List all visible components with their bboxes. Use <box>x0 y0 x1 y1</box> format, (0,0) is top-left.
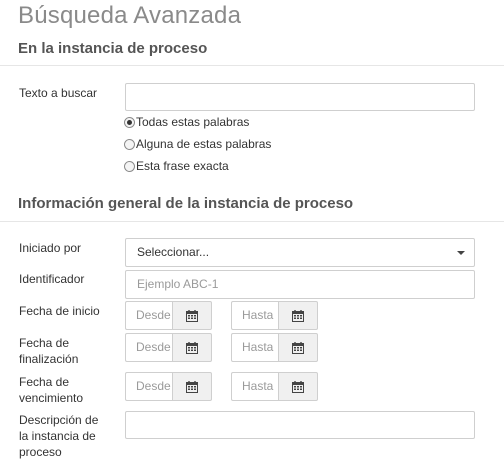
due-date-label-line1: Fecha de <box>19 375 70 389</box>
due-date-to-input[interactable]: Hasta <box>231 372 278 401</box>
started-by-select[interactable]: Seleccionar... <box>125 238 475 267</box>
section-title-general-info: Información general de la instancia de p… <box>18 195 354 212</box>
radio-any-words[interactable]: Alguna de estas palabras <box>124 136 271 152</box>
search-text-input[interactable] <box>125 83 475 111</box>
description-label-line2: la instancia de <box>19 429 96 443</box>
divider <box>0 221 504 222</box>
identifier-label: Identificador <box>19 272 85 286</box>
divider <box>0 65 504 66</box>
radio-selected-icon[interactable] <box>124 116 135 128</box>
description-input[interactable] <box>125 411 475 439</box>
end-date-label-line1: Fecha de <box>19 336 70 350</box>
started-by-value: Seleccionar... <box>137 245 210 259</box>
end-date-to-input[interactable]: Hasta <box>231 333 278 362</box>
end-date-label: Fecha de finalización <box>19 335 78 367</box>
radio-all-words[interactable]: Todas estas palabras <box>124 114 249 130</box>
due-date-to[interactable]: Hasta <box>231 372 318 401</box>
calendar-icon[interactable] <box>172 372 212 401</box>
calendar-icon[interactable] <box>172 333 212 362</box>
calendar-icon[interactable] <box>172 301 212 330</box>
calendar-icon[interactable] <box>278 301 318 330</box>
end-date-label-line2: finalización <box>19 352 79 366</box>
due-date-from[interactable]: Desde <box>125 372 212 401</box>
description-label: Descripción de la instancia de proceso <box>19 412 98 460</box>
radio-exact-phrase[interactable]: Esta frase exacta <box>124 158 229 174</box>
radio-icon[interactable] <box>124 138 135 150</box>
end-date-from[interactable]: Desde <box>125 333 212 362</box>
start-date-from[interactable]: Desde <box>125 301 212 330</box>
start-date-from-input[interactable]: Desde <box>125 301 172 330</box>
search-text-label: Texto a buscar <box>19 86 98 100</box>
start-date-to-input[interactable]: Hasta <box>231 301 278 330</box>
end-date-from-input[interactable]: Desde <box>125 333 172 362</box>
identifier-input[interactable]: Ejemplo ABC-1 <box>125 270 475 299</box>
start-date-label: Fecha de inicio <box>19 304 100 318</box>
page-title: Búsqueda Avanzada <box>18 2 242 29</box>
due-date-label: Fecha de vencimiento <box>19 374 83 406</box>
description-label-line1: Descripción de <box>19 413 99 427</box>
due-date-label-line2: vencimiento <box>19 391 84 405</box>
due-date-from-input[interactable]: Desde <box>125 372 172 401</box>
chevron-down-icon <box>457 251 465 255</box>
calendar-icon[interactable] <box>278 333 318 362</box>
description-label-line3: proceso <box>19 445 62 459</box>
radio-all-words-label: Todas estas palabras <box>136 115 250 129</box>
end-date-to[interactable]: Hasta <box>231 333 318 362</box>
start-date-to[interactable]: Hasta <box>231 301 318 330</box>
radio-icon[interactable] <box>124 160 135 172</box>
calendar-icon[interactable] <box>278 372 318 401</box>
radio-any-words-label: Alguna de estas palabras <box>136 137 272 151</box>
started-by-label: Iniciado por <box>19 241 82 255</box>
section-title-process-instance: En la instancia de proceso <box>18 40 208 57</box>
radio-exact-phrase-label: Esta frase exacta <box>136 159 229 173</box>
